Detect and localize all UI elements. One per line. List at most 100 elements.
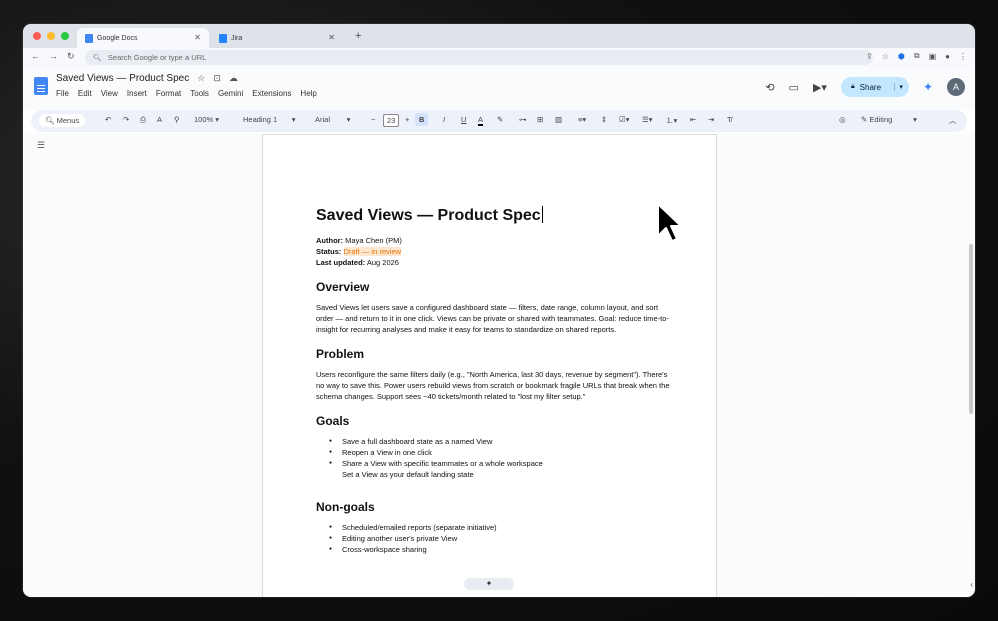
overview-heading: Overview [316, 280, 370, 294]
underline-button[interactable]: U [461, 115, 466, 124]
author-label: Author: [316, 236, 344, 245]
mouse-cursor-icon [657, 203, 682, 242]
spellcheck-icon[interactable]: A [157, 115, 162, 124]
doc-title-row: Saved Views — Product Spec ☆ ⊡ ☁ [56, 73, 238, 84]
minimize-window-button[interactable] [47, 32, 55, 40]
insert-image-icon[interactable]: ▨ [555, 115, 562, 124]
mode-value: Editing [869, 115, 893, 124]
font-size-input[interactable]: 23 [383, 114, 400, 127]
menu-view[interactable]: View [101, 89, 118, 98]
paint-format-icon[interactable]: ⚲ [174, 115, 180, 124]
menu-file[interactable]: File [56, 89, 69, 98]
window-controls [33, 32, 69, 40]
search-menus-button[interactable]: 🔍︎ Menus [39, 114, 86, 127]
maximize-window-button[interactable] [61, 32, 69, 40]
list-item: Save a full dashboard state as a named V… [316, 436, 676, 447]
menu-help[interactable]: Help [300, 89, 316, 98]
problem-paragraph: Users reconfigure the same filters daily… [316, 370, 670, 401]
increase-font-icon[interactable]: + [405, 115, 409, 124]
document-outline-icon[interactable]: ☰ [37, 140, 45, 151]
forward-icon[interactable]: → [49, 51, 58, 61]
meet-video-icon[interactable]: ▶▾ [813, 81, 827, 94]
gemini-float-button[interactable]: ✦ [464, 578, 514, 590]
overview-paragraph: Saved Views let users save a configured … [316, 303, 669, 334]
collapse-toolbar-icon[interactable]: ︿ [949, 115, 957, 126]
new-tab-button[interactable]: + [355, 30, 361, 42]
decrease-font-icon[interactable]: − [371, 115, 375, 124]
document-body[interactable]: Saved Views — Product Spec Author: Maya … [316, 206, 676, 555]
avatar[interactable]: A [947, 78, 965, 96]
star-icon[interactable]: ☆ [197, 73, 205, 84]
docs-header: Saved Views — Product Spec ☆ ⊡ ☁ File Ed… [23, 68, 975, 110]
status-value: Draft — in review [343, 247, 402, 256]
font-select[interactable]: Arial ▾ [315, 115, 350, 124]
move-folder-icon[interactable]: ⊡ [213, 73, 221, 84]
scrollbar[interactable] [969, 244, 973, 414]
omnibox[interactable]: 🔍︎ Search Google or type a URL [85, 50, 873, 65]
header-actions: ⟲ ▭ ▶▾ 🔒︎ Share ▾ ✦ A [765, 77, 965, 97]
share-button[interactable]: 🔒︎ Share ▾ [840, 77, 909, 97]
link-icon[interactable]: ⊶ [519, 115, 527, 124]
menu-edit[interactable]: Edit [78, 89, 92, 98]
menu-format[interactable]: Format [156, 89, 181, 98]
gemini-sparkle-icon[interactable]: ✦ [923, 80, 933, 94]
italic-button[interactable]: I [443, 115, 445, 124]
updated-value: Aug 2026 [365, 258, 399, 267]
comments-icon[interactable]: ▭ [789, 81, 799, 94]
author-value: Maya Chen (PM) [343, 236, 402, 245]
decrease-indent-icon[interactable]: ⇤ [690, 115, 696, 124]
gemini-assist-icon[interactable]: ◎ [839, 115, 846, 124]
share-page-icon[interactable]: ⇪ [866, 52, 873, 61]
chevron-left-icon[interactable]: ‹ [970, 580, 973, 589]
print-icon[interactable]: ⎙ [140, 115, 146, 125]
redo-icon[interactable]: ↷ [123, 115, 129, 124]
extension-shield-icon[interactable]: ⬢ [898, 52, 905, 61]
list-item: Editing another user's private View [316, 533, 676, 544]
back-icon[interactable]: ← [31, 51, 40, 61]
docs-logo-icon[interactable] [34, 77, 48, 95]
align-icon[interactable]: ≡▾ [578, 115, 586, 124]
close-window-button[interactable] [33, 32, 41, 40]
profile-icon[interactable]: ● [945, 52, 950, 61]
side-panel-icon[interactable]: ▣ [929, 52, 937, 61]
chevron-down-icon[interactable]: ▾ [894, 83, 903, 91]
doc-title[interactable]: Saved Views — Product Spec [56, 73, 189, 84]
version-history-icon[interactable]: ⟲ [765, 81, 774, 94]
nongoals-heading: Non-goals [316, 500, 375, 514]
document-title-heading[interactable]: Saved Views — Product Spec [316, 206, 676, 225]
omnibox-placeholder: Search Google or type a URL [107, 53, 207, 62]
document-page[interactable]: Saved Views — Product Spec Author: Maya … [262, 134, 717, 597]
text-color-icon[interactable]: A [478, 115, 484, 126]
menu-insert[interactable]: Insert [127, 89, 147, 98]
menu-extensions[interactable]: Extensions [252, 89, 291, 98]
problem-heading: Problem [316, 347, 365, 361]
checklist-icon[interactable]: ☑▾ [619, 115, 630, 124]
style-select[interactable]: Heading 1 ▾ [243, 115, 296, 124]
browser-menu-icon[interactable]: ⋮ [959, 52, 967, 61]
editing-mode-select[interactable]: ✎ Editing ▾ [861, 115, 917, 124]
highlight-icon[interactable]: ✎ [497, 115, 503, 124]
docs-favicon-icon [85, 33, 93, 43]
tab-google-docs[interactable]: Google Docs ✕ [77, 28, 209, 48]
numbered-list-icon[interactable]: ⒈▾ [666, 115, 677, 126]
increase-indent-icon[interactable]: ⇥ [708, 115, 714, 124]
style-value: Heading 1 [243, 115, 278, 124]
line-spacing-icon[interactable]: ⇕ [601, 115, 607, 124]
bold-button[interactable]: B [415, 113, 429, 126]
menu-gemini[interactable]: Gemini [218, 89, 243, 98]
menus-label: Menus [56, 116, 80, 125]
add-comment-icon[interactable]: ⊞ [537, 115, 543, 124]
extensions-puzzle-icon[interactable]: ⧉ [914, 51, 920, 61]
tab-jira[interactable]: Jira ✕ [211, 28, 343, 48]
cloud-status-icon[interactable]: ☁ [229, 73, 238, 84]
nongoals-list: Scheduled/emailed reports (separate init… [316, 522, 676, 555]
zoom-select[interactable]: 100% ▾ [194, 115, 219, 124]
clear-formatting-icon[interactable]: T̸ [727, 115, 732, 124]
menu-tools[interactable]: Tools [190, 89, 209, 98]
reload-icon[interactable]: ↻ [67, 51, 75, 62]
bookmark-star-icon[interactable]: ☆ [882, 52, 889, 61]
close-icon[interactable]: ✕ [328, 33, 335, 42]
bulleted-list-icon[interactable]: ☰▾ [642, 115, 653, 124]
undo-icon[interactable]: ↶ [105, 115, 111, 124]
close-icon[interactable]: ✕ [194, 33, 201, 42]
